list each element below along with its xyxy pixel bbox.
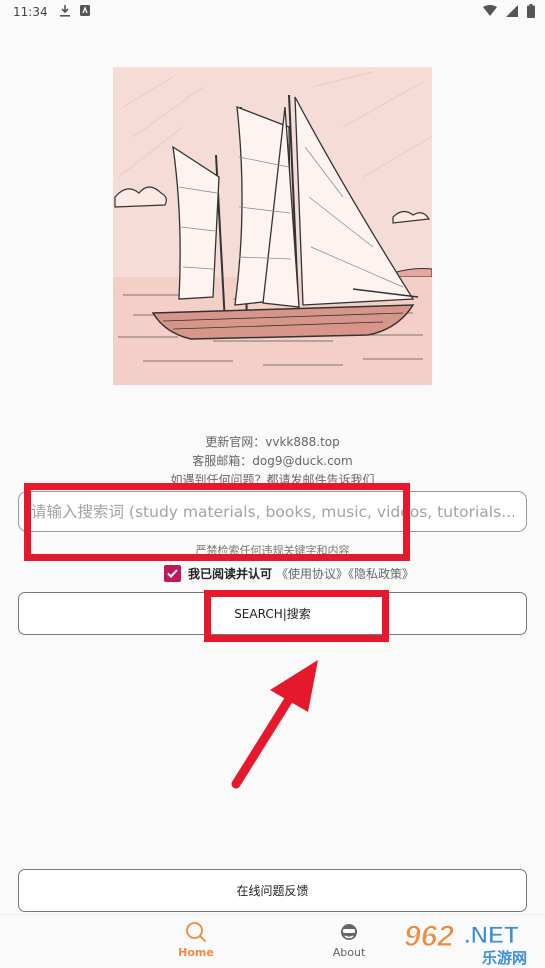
search-icon <box>151 921 241 943</box>
check-icon <box>167 569 178 578</box>
tab-home[interactable]: Home <box>151 921 241 959</box>
battery-icon <box>527 3 535 21</box>
watermark-logo: 962 .NET 乐游网 <box>404 916 545 968</box>
wifi-icon <box>483 5 497 19</box>
tab-about[interactable]: About <box>304 921 394 959</box>
support-email-text: 客服邮箱：dog9@duck.com <box>192 454 353 468</box>
app-notification-icon <box>79 5 90 19</box>
tab-about-label: About <box>332 946 366 959</box>
annotation-box-button <box>204 590 389 642</box>
avatar-icon <box>304 921 394 943</box>
status-bar: 11:34 <box>0 0 545 24</box>
agreement-row: 我已阅读并认可 《使用协议》《隐私政策》 <box>164 565 414 582</box>
watermark-site: 乐游网 <box>482 949 527 967</box>
watermark-net: .NET <box>464 922 519 949</box>
agreement-checkbox[interactable] <box>164 565 181 582</box>
feedback-button[interactable]: 在线问题反馈 <box>18 869 527 912</box>
agreement-links[interactable]: 《使用协议》《隐私政策》 <box>276 565 414 582</box>
agreement-text: 我已阅读并认可 <box>188 567 273 581</box>
download-icon <box>59 4 70 20</box>
feedback-button-label: 在线问题反馈 <box>236 884 309 898</box>
status-time: 11:34 <box>13 5 48 19</box>
hero-ship-image <box>113 67 432 385</box>
watermark-962: 962 <box>404 920 454 953</box>
status-right <box>483 3 535 21</box>
signal-icon <box>506 4 518 20</box>
annotation-box-search <box>24 483 410 561</box>
official-site-text: 更新官网：vvkk888.top <box>205 435 340 449</box>
tab-home-label: Home <box>178 946 214 959</box>
